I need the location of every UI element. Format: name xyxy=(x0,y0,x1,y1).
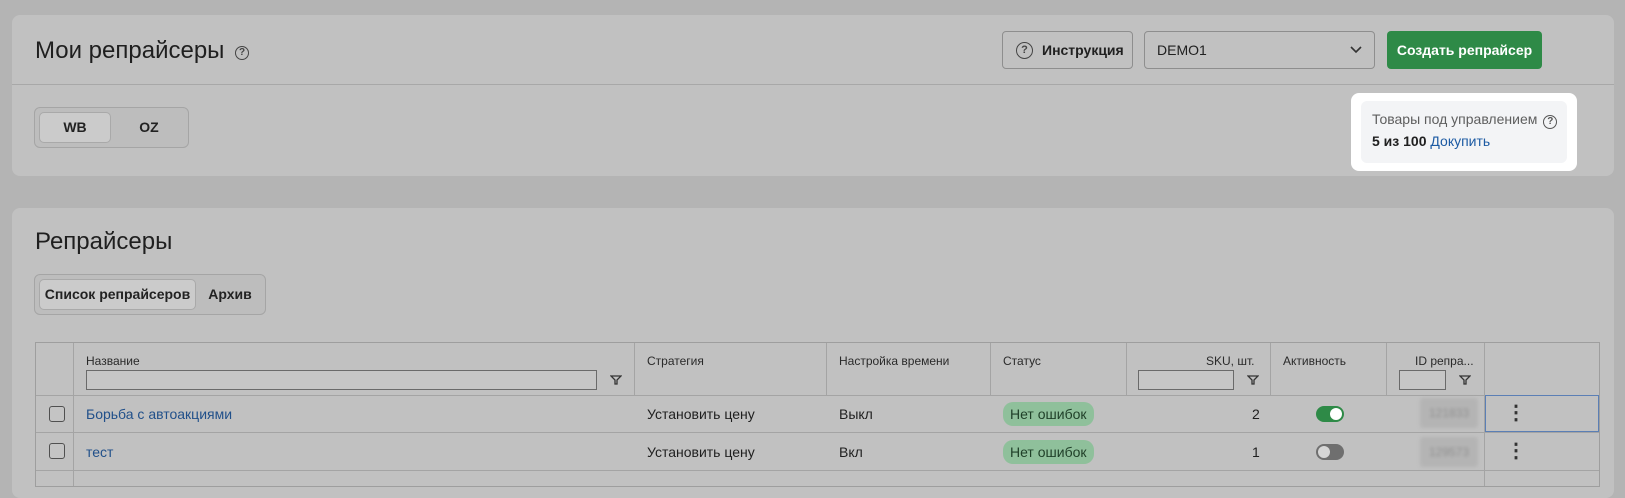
quota-label: Товары под управлением ? xyxy=(1372,111,1558,129)
column-separator xyxy=(1386,343,1387,395)
tab-archive[interactable]: Архив xyxy=(198,279,262,310)
repricer-id-cell: 121833 xyxy=(1420,398,1478,428)
tab-oz[interactable]: OZ xyxy=(113,112,185,143)
column-separator xyxy=(826,343,827,395)
status-badge: Нет ошибок xyxy=(1003,402,1094,426)
quota-box: Товары под управлением ? 5 из 100 Докупи… xyxy=(1361,101,1567,163)
account-select-value: DEMO1 xyxy=(1157,42,1207,58)
filter-icon[interactable] xyxy=(1247,375,1259,385)
row-checkbox[interactable] xyxy=(49,406,65,422)
toggle-knob xyxy=(1330,408,1342,420)
column-separator xyxy=(1126,343,1127,395)
help-icon[interactable]: ? xyxy=(1543,115,1558,129)
section-title: Репрайсеры xyxy=(35,228,173,255)
column-header-strategy[interactable]: Стратегия xyxy=(647,354,704,368)
repricer-id-cell: 129573 xyxy=(1420,437,1478,467)
column-header-status[interactable]: Статус xyxy=(1003,354,1041,368)
column-separator xyxy=(634,343,635,395)
column-header-sku[interactable]: SKU, шт. xyxy=(1206,354,1254,368)
strategy-cell: Установить цену xyxy=(647,406,755,422)
quota-panel: Товары под управлением ? 5 из 100 Докупи… xyxy=(1351,93,1577,171)
help-icon[interactable]: ? xyxy=(235,46,250,60)
header-divider xyxy=(12,84,1614,85)
activity-toggle[interactable] xyxy=(1316,444,1344,460)
more-vertical-icon[interactable]: ⋮ xyxy=(1506,441,1526,461)
row-separator xyxy=(36,395,1599,396)
activity-toggle[interactable] xyxy=(1316,406,1344,422)
page-title: Мои репрайсеры ? xyxy=(35,37,250,65)
quota-value: 5 из 100 Докупить xyxy=(1372,133,1491,149)
marketplace-switch: WB OZ xyxy=(34,107,189,148)
question-circle-icon: ? xyxy=(1016,42,1033,59)
repricer-name-link[interactable]: тест xyxy=(86,444,113,460)
filter-icon[interactable] xyxy=(1459,375,1471,385)
row-separator xyxy=(36,470,1599,471)
column-separator xyxy=(990,343,991,395)
id-filter-input[interactable] xyxy=(1399,370,1446,390)
row-separator xyxy=(36,432,1599,433)
name-filter-input[interactable] xyxy=(86,370,597,390)
column-header-time[interactable]: Настройка времени xyxy=(839,354,949,368)
column-header-id[interactable]: ID репра... xyxy=(1415,354,1474,368)
row-actions-cell xyxy=(1485,395,1599,432)
column-separator xyxy=(1270,343,1271,395)
filter-icon[interactable] xyxy=(610,375,622,385)
tab-repricer-list[interactable]: Список репрайсеров xyxy=(39,279,196,310)
row-checkbox[interactable] xyxy=(49,443,65,459)
repricer-name-link[interactable]: Борьба с автоакциями xyxy=(86,406,232,422)
chevron-down-icon xyxy=(1350,46,1362,54)
time-setting-cell: Выкл xyxy=(839,406,873,422)
more-vertical-icon[interactable]: ⋮ xyxy=(1506,403,1526,423)
column-header-activity[interactable]: Активность xyxy=(1283,354,1346,368)
account-select[interactable]: DEMO1 xyxy=(1144,31,1375,69)
column-separator xyxy=(73,343,74,486)
tab-wb[interactable]: WB xyxy=(39,112,111,143)
list-archive-switch: Список репрайсеров Архив xyxy=(34,274,266,315)
toggle-knob xyxy=(1318,446,1330,458)
create-repricer-button[interactable]: Создать репрайсер xyxy=(1387,31,1542,69)
repricers-table: Название Стратегия Настройка времени Ста… xyxy=(35,342,1600,487)
sku-count-cell: 2 xyxy=(1252,406,1260,422)
buy-more-link[interactable]: Докупить xyxy=(1430,133,1490,149)
time-setting-cell: Вкл xyxy=(839,444,863,460)
instruction-button[interactable]: ? Инструкция xyxy=(1002,31,1133,69)
status-badge: Нет ошибок xyxy=(1003,440,1094,464)
sku-filter-input[interactable] xyxy=(1138,370,1234,390)
strategy-cell: Установить цену xyxy=(647,444,755,460)
sku-count-cell: 1 xyxy=(1252,444,1260,460)
column-header-name[interactable]: Название xyxy=(86,354,140,368)
